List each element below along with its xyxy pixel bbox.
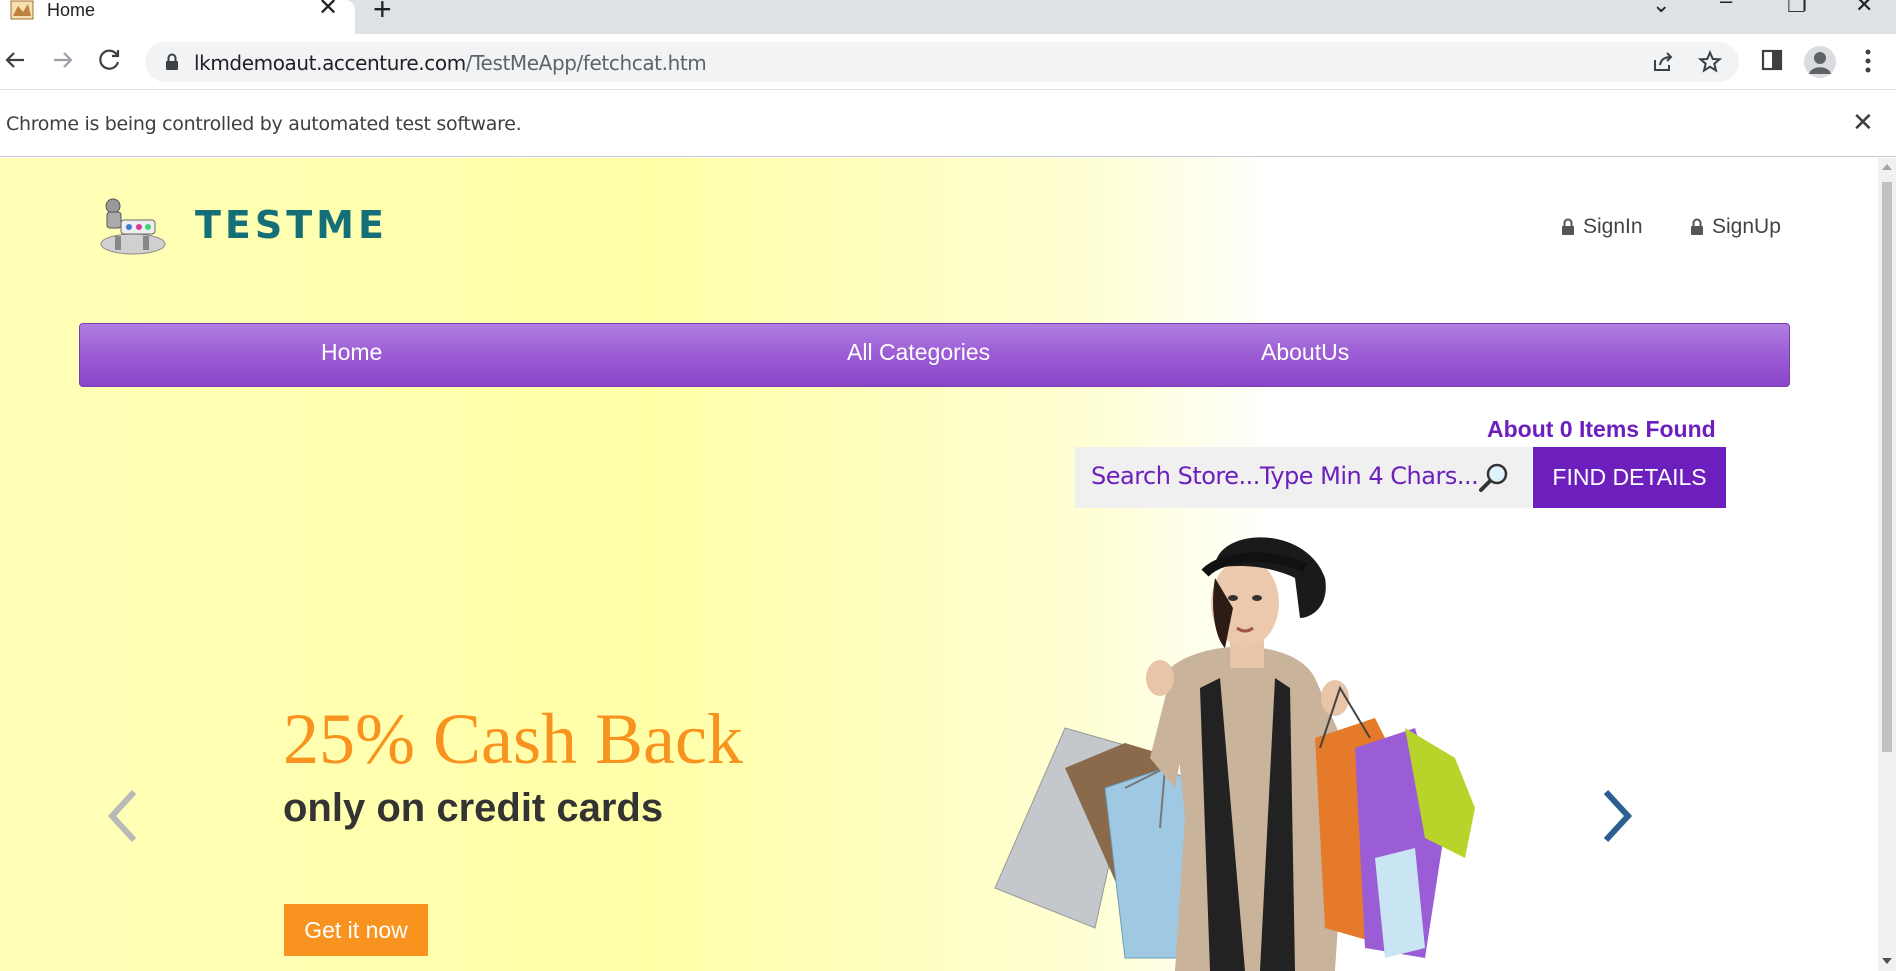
promo-title: 25% Cash Back: [283, 699, 743, 779]
get-it-now-button[interactable]: Get it now: [284, 904, 428, 956]
search-icon[interactable]: [1477, 461, 1511, 495]
menu-dots-icon[interactable]: [1862, 48, 1874, 74]
main-nav: Home All Categories AboutUs: [79, 323, 1790, 387]
signup-link[interactable]: SignUp: [1690, 215, 1781, 239]
automation-infobar: Chrome is being controlled by automated …: [0, 91, 1896, 157]
share-icon[interactable]: [1651, 50, 1675, 74]
scroll-down-icon[interactable]: [1882, 958, 1892, 964]
lock-icon: [1691, 218, 1703, 235]
address-bar[interactable]: lkmdemoaut.accenture.com/TestMeApp/fetch…: [145, 42, 1739, 82]
search-placeholder: Search Store...Type Min 4 Chars...: [1091, 462, 1479, 490]
lock-icon[interactable]: [165, 53, 179, 71]
reload-icon[interactable]: [96, 46, 124, 74]
tab-search-chevron-icon[interactable]: ⌄: [1652, 0, 1670, 16]
back-arrow-icon[interactable]: [2, 46, 30, 74]
logo-robot-icon[interactable]: [95, 194, 170, 258]
tab-title: Home: [47, 0, 96, 20]
find-details-button[interactable]: FIND DETAILS: [1533, 447, 1726, 508]
browser-toolbar: lkmdemoaut.accenture.com/TestMeApp/fetch…: [0, 34, 1896, 90]
tab-favicon-icon: [10, 0, 34, 20]
scroll-thumb[interactable]: [1882, 182, 1892, 752]
promo-model-image: [994, 537, 1475, 971]
chevron-left-icon[interactable]: [104, 788, 140, 844]
profile-icon[interactable]: [1804, 46, 1836, 78]
nav-home[interactable]: Home: [321, 339, 382, 366]
infobar-close-icon[interactable]: ✕: [1852, 107, 1874, 138]
signin-link[interactable]: SignIn: [1561, 215, 1643, 239]
restore-icon[interactable]: ❐: [1787, 0, 1807, 16]
minimize-icon[interactable]: –: [1720, 0, 1732, 12]
logo-text[interactable]: TESTME: [195, 203, 388, 247]
browser-tab[interactable]: Home ✕: [0, 0, 355, 34]
web-page: TESTME SignIn SignUp Home All Categories…: [0, 158, 1878, 971]
signin-label: SignIn: [1583, 215, 1643, 238]
chevron-right-icon[interactable]: [1600, 788, 1636, 844]
signup-label: SignUp: [1712, 215, 1781, 238]
search-input[interactable]: Search Store...Type Min 4 Chars...: [1075, 447, 1532, 508]
sidepanel-icon[interactable]: [1760, 48, 1784, 72]
nav-about-us[interactable]: AboutUs: [1261, 339, 1349, 366]
profile-avatar-icon: [1809, 52, 1831, 74]
tab-strip: Home ✕ + ⌄ – ❐ ✕: [0, 0, 1896, 34]
url-text[interactable]: lkmdemoaut.accenture.com/TestMeApp/fetch…: [194, 51, 707, 75]
scroll-up-icon[interactable]: [1882, 164, 1892, 170]
tab-close-icon[interactable]: ✕: [318, 0, 338, 20]
new-tab-plus-icon[interactable]: +: [373, 0, 392, 25]
forward-arrow-icon[interactable]: [48, 46, 76, 74]
lock-icon: [1562, 218, 1574, 235]
window-close-icon[interactable]: ✕: [1855, 0, 1873, 16]
url-path: /TestMeApp/fetchcat.htm: [465, 51, 707, 75]
page-scrollbar[interactable]: [1878, 158, 1896, 971]
nav-all-categories[interactable]: All Categories: [847, 339, 990, 366]
promo-subtitle: only on credit cards: [283, 786, 664, 830]
infobar-text: Chrome is being controlled by automated …: [6, 113, 522, 135]
items-found-count: About 0 Items Found: [1487, 416, 1716, 442]
url-host: lkmdemoaut.accenture.com: [194, 51, 466, 75]
star-icon[interactable]: [1698, 50, 1722, 74]
